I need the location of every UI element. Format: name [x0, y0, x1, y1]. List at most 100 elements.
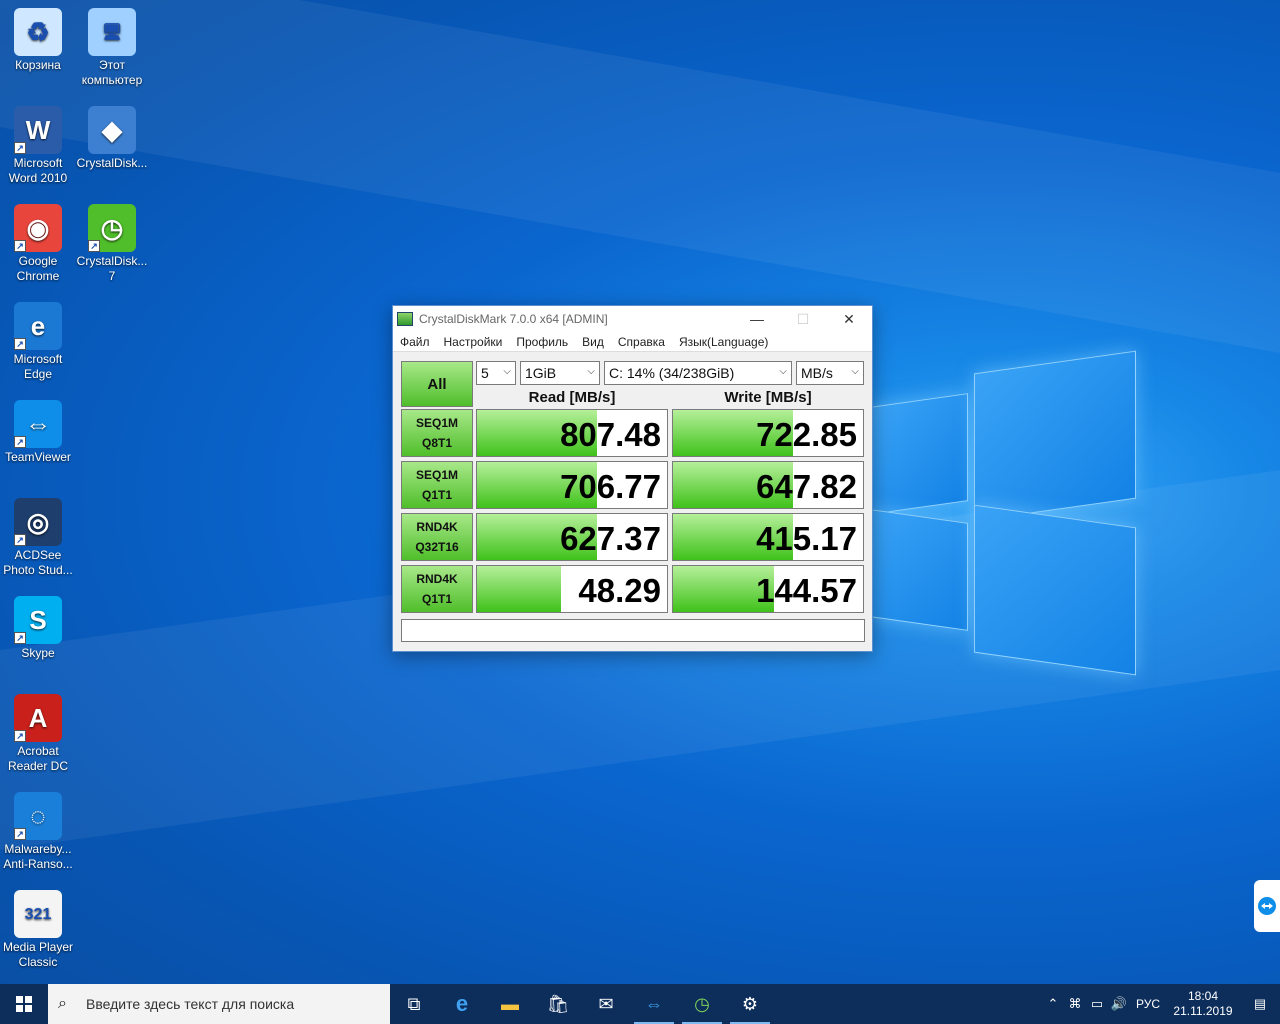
window-title: CrystalDiskMark 7.0.0 x64 [ADMIN]	[419, 312, 608, 326]
drive-select[interactable]: C: 14% (34/238GiB) ⌵	[604, 361, 792, 385]
chevron-down-icon: ⌵	[587, 366, 595, 377]
desktop-icon-label: Reader DC	[7, 759, 69, 773]
taskbar-file-explorer[interactable]: ▬	[486, 984, 534, 1024]
desktop-icon-acrobat-reader[interactable]: A ↗ Acrobat Reader DC	[0, 694, 76, 774]
crystaldiskmark-icon: ◷ ↗	[88, 204, 136, 252]
desktop-icon-this-pc[interactable]: 🖥 Этот компьютер	[74, 8, 150, 88]
write-result-cell: 415.17	[672, 513, 864, 561]
read-result-value: 627.37	[560, 520, 661, 557]
menu-help[interactable]: Справка	[611, 335, 672, 349]
desktop-icon-label: компьютер	[81, 73, 143, 87]
read-result-cell: 807.48	[476, 409, 668, 457]
taskbar-search-box[interactable]: ⌕ Введите здесь текст для поиска	[48, 984, 390, 1024]
menu-language[interactable]: Язык(Language)	[672, 335, 775, 349]
unit-select[interactable]: MB/s ⌵	[796, 361, 864, 385]
desktop-icon-word-2010[interactable]: W ↗ Microsoft Word 2010	[0, 106, 76, 186]
teamviewer-icon	[1258, 897, 1276, 915]
desktop-icon-teamviewer[interactable]: ⇔ ↗ TeamViewer	[0, 400, 76, 465]
write-result-value: 144.57	[756, 572, 857, 609]
desktop-icon-malwarebytes[interactable]: ◌ ↗ Malwareby... Anti-Ranso...	[0, 792, 76, 872]
desktop-icon-acdsee[interactable]: ◎ ↗ ACDSee Photo Stud...	[0, 498, 76, 578]
write-result-value: 415.17	[756, 520, 857, 557]
shortcut-arrow-icon: ↗	[14, 436, 26, 448]
menu-profile[interactable]: Профиль	[509, 335, 575, 349]
desktop-icon-label: Skype	[21, 646, 55, 660]
desktop-icon-media-player-classic[interactable]: 321 Media Player Classic	[0, 890, 76, 970]
run-all-button[interactable]: All	[401, 361, 473, 407]
desktop-icon-skype[interactable]: S ↗ Skype	[0, 596, 76, 661]
clock[interactable]: 18:04 21.11.2019	[1166, 989, 1240, 1019]
status-bar	[401, 619, 865, 642]
taskbar-teamviewer[interactable]: ⇔	[630, 984, 678, 1024]
desktop-icon-label: CrystalDisk...	[76, 254, 148, 268]
read-result-cell: 706.77	[476, 461, 668, 509]
test-count-select[interactable]: 5 ⌵	[476, 361, 516, 385]
desktop-icon-crystaldiskinfo[interactable]: ◆ CrystalDisk...	[74, 106, 150, 171]
desktop-icon-label: ACDSee	[14, 548, 62, 562]
test-name: SEQ1M	[415, 468, 458, 482]
desktop-icon-recycle-bin[interactable]: ♻ Корзина	[0, 8, 76, 73]
teamviewer-side-tab[interactable]	[1254, 880, 1280, 932]
taskbar-settings[interactable]: ⚙	[726, 984, 774, 1024]
test-size-value: 1GiB	[525, 365, 557, 381]
test-name: SEQ1M	[415, 416, 458, 430]
taskbar-edge[interactable]: e	[438, 984, 486, 1024]
desktop-icon-label: Anti-Ranso...	[3, 857, 73, 871]
folder-icon: ▬	[501, 993, 519, 1014]
skype-icon: S ↗	[14, 596, 62, 644]
test-params: Q1T1	[421, 592, 452, 606]
microsoft-edge-icon: e ↗	[14, 302, 62, 350]
start-button[interactable]	[0, 984, 48, 1024]
test-button-rnd4k-q1t1[interactable]: RND4K Q1T1	[401, 565, 473, 613]
test-name: RND4K	[416, 572, 458, 586]
shortcut-arrow-icon: ↗	[14, 632, 26, 644]
desktop-icon-label: Malwareby...	[4, 842, 72, 856]
people-icon[interactable]: ⌘	[1064, 996, 1086, 1012]
task-view-button[interactable]: ⧉	[390, 984, 438, 1024]
read-result-value: 48.29	[578, 572, 661, 609]
taskbar-crystaldiskmark[interactable]: ◷	[678, 984, 726, 1024]
chevron-down-icon: ⌵	[503, 366, 511, 377]
mail-icon: ✉	[598, 993, 614, 1014]
desktop-icon-label: Корзина	[15, 58, 61, 72]
desktop-icon-label: 7	[108, 269, 116, 283]
minimize-button[interactable]: —	[734, 306, 780, 332]
desktop-icon-label: Photo Stud...	[3, 563, 73, 577]
network-icon[interactable]: ▭	[1086, 996, 1108, 1012]
title-bar[interactable]: CrystalDiskMark 7.0.0 x64 [ADMIN] — ☐ ✕	[393, 306, 872, 332]
menu-bar: Файл Настройки Профиль Вид Справка Язык(…	[393, 332, 872, 352]
benchmark-panel: All 5 ⌵ 1GiB ⌵ C: 14% (34/238GiB) ⌵ MB/s…	[393, 352, 872, 651]
taskbar-store[interactable]: 🛍	[534, 984, 582, 1024]
close-button[interactable]: ✕	[826, 306, 872, 332]
read-result-value: 706.77	[560, 468, 661, 505]
malwarebytes-icon: ◌ ↗	[14, 792, 62, 840]
test-size-select[interactable]: 1GiB ⌵	[520, 361, 600, 385]
shortcut-arrow-icon: ↗	[14, 730, 26, 742]
desktop-icon-label: Этот	[99, 58, 125, 72]
test-button-rnd4k-q32t16[interactable]: RND4K Q32T16	[401, 513, 473, 561]
test-button-seq1m-q1t1[interactable]: SEQ1M Q1T1	[401, 461, 473, 509]
menu-settings[interactable]: Настройки	[437, 335, 510, 349]
test-button-seq1m-q8t1[interactable]: SEQ1M Q8T1	[401, 409, 473, 457]
write-column-header: Write [MB/s]	[724, 389, 812, 406]
read-result-value: 807.48	[560, 416, 661, 453]
taskbar: ⌕ Введите здесь текст для поиска ⧉ e ▬ 🛍…	[0, 984, 1280, 1024]
desktop-icon-microsoft-edge[interactable]: e ↗ Microsoft Edge	[0, 302, 76, 382]
notifications-icon[interactable]: ▤	[1240, 996, 1280, 1012]
write-result-cell: 722.85	[672, 409, 864, 457]
menu-file[interactable]: Файл	[393, 335, 437, 349]
chevron-up-icon[interactable]: ⌃	[1042, 996, 1064, 1012]
desktop-icon-crystaldiskmark[interactable]: ◷ ↗ CrystalDisk... 7	[74, 204, 150, 284]
crystaldiskmark-icon: ◷	[694, 993, 710, 1014]
shortcut-arrow-icon: ↗	[14, 240, 26, 252]
volume-icon[interactable]: 🔊	[1108, 996, 1130, 1012]
clock-time: 18:04	[1187, 989, 1219, 1003]
taskbar-mail[interactable]: ✉	[582, 984, 630, 1024]
maximize-button[interactable]: ☐	[780, 306, 826, 332]
desktop-icon-google-chrome[interactable]: ◉ ↗ Google Chrome	[0, 204, 76, 284]
input-language[interactable]: РУС	[1130, 997, 1166, 1011]
desktop-icon-label: Edge	[23, 367, 53, 381]
menu-view[interactable]: Вид	[575, 335, 611, 349]
acrobat-reader-icon: A ↗	[14, 694, 62, 742]
teamviewer-icon: ⇔ ↗	[14, 400, 62, 448]
